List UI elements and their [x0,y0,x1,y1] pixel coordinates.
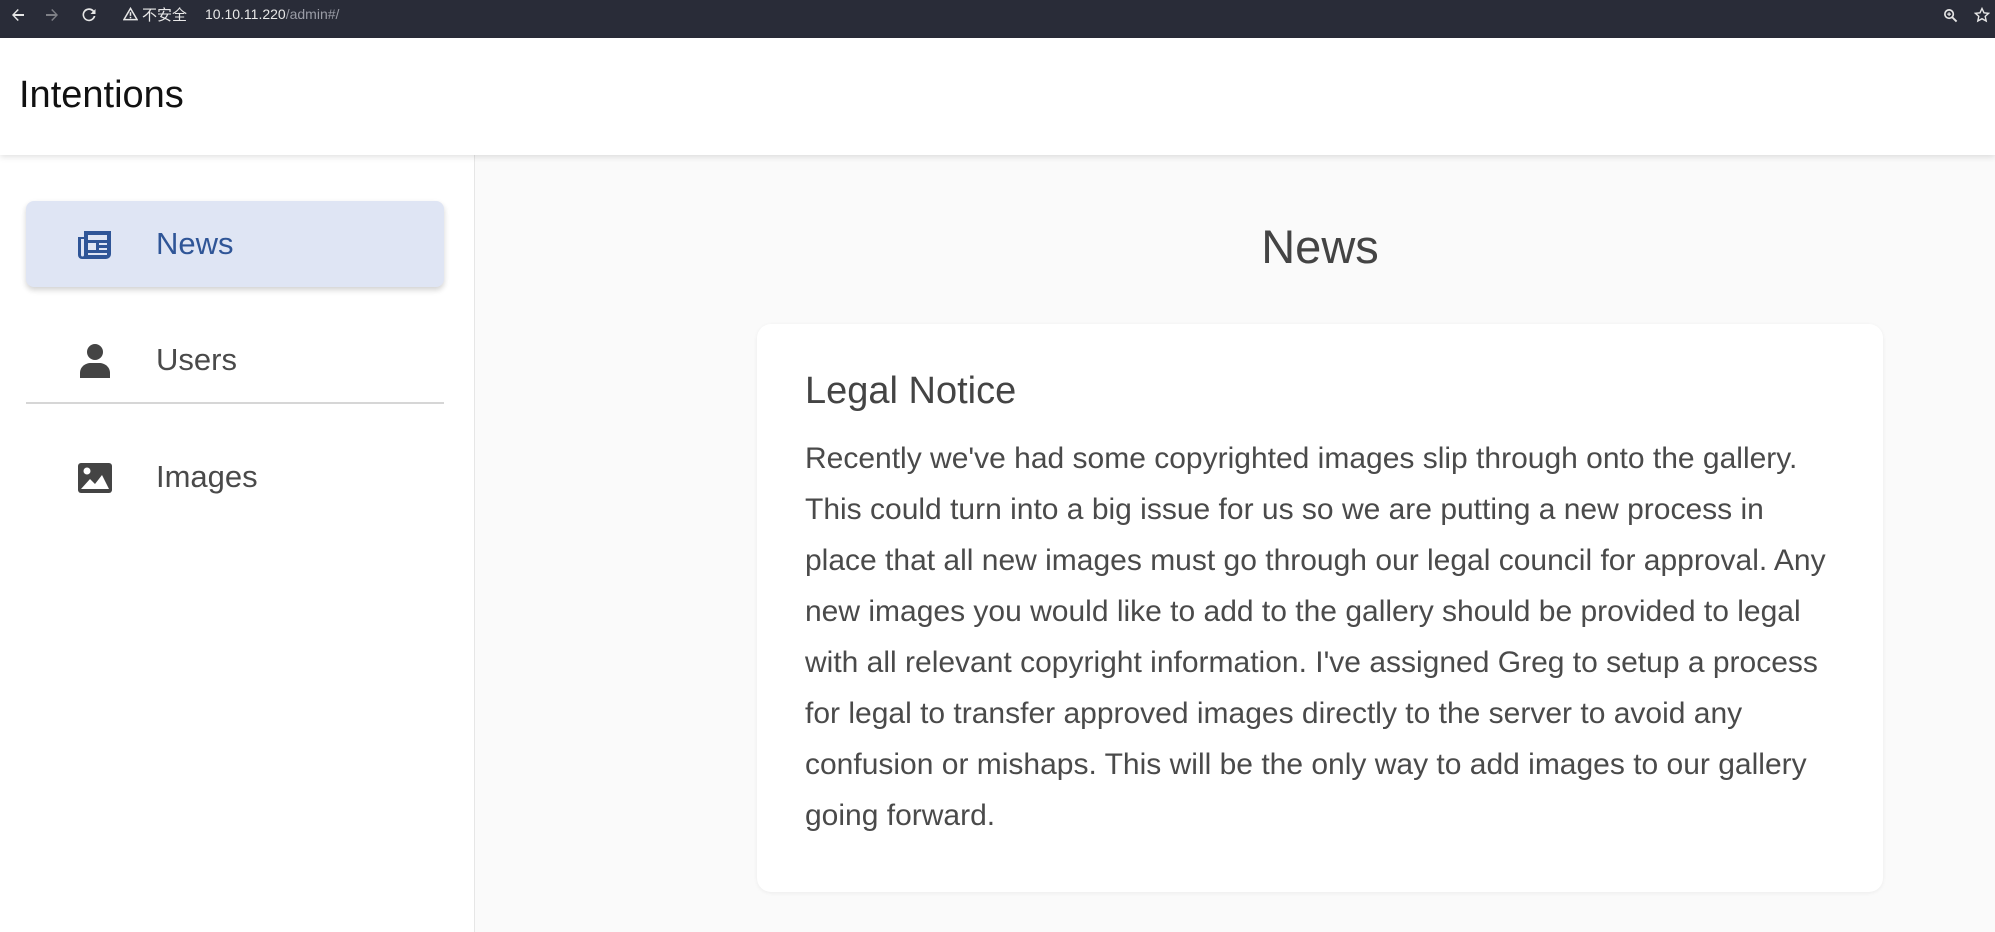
back-arrow-icon[interactable] [5,2,31,28]
page-title: News [1261,220,1379,273]
sidebar: News Users Images [0,155,475,932]
sidebar-divider [26,402,444,404]
user-icon [78,344,112,378]
app-title: Intentions [19,74,184,116]
url-path: /admin#/ [285,6,340,22]
news-title: Legal Notice [805,370,1017,412]
warning-icon [123,7,138,21]
main-content: News Legal Notice Recently we've had som… [475,155,1995,932]
newspaper-icon [78,228,112,262]
news-body: Recently we've had some copyrighted imag… [805,442,1826,832]
url-host: 10.10.11.220 [205,6,286,22]
sidebar-item-label: Users [156,342,237,377]
security-indicator[interactable]: 不安全 [123,4,187,24]
sidebar-item-images[interactable]: Images [26,434,444,520]
sidebar-item-label: Images [156,459,258,494]
address-bar[interactable]: 10.10.11.220/admin#/ [205,6,339,22]
reload-icon[interactable] [76,2,102,28]
sidebar-item-users[interactable]: Users [26,317,444,403]
news-card: Legal Notice Recently we've had some cop… [757,324,1883,892]
app-header: Intentions [0,38,1995,155]
forward-arrow-icon[interactable] [39,2,65,28]
image-icon [78,461,112,495]
sidebar-item-label: News [156,226,234,261]
zoom-icon[interactable] [1938,3,1962,27]
sidebar-item-news[interactable]: News [26,201,444,287]
security-label: 不安全 [142,6,188,24]
browser-toolbar: 不安全 10.10.11.220/admin#/ [0,0,1995,38]
bookmark-star-icon[interactable] [1970,3,1994,27]
